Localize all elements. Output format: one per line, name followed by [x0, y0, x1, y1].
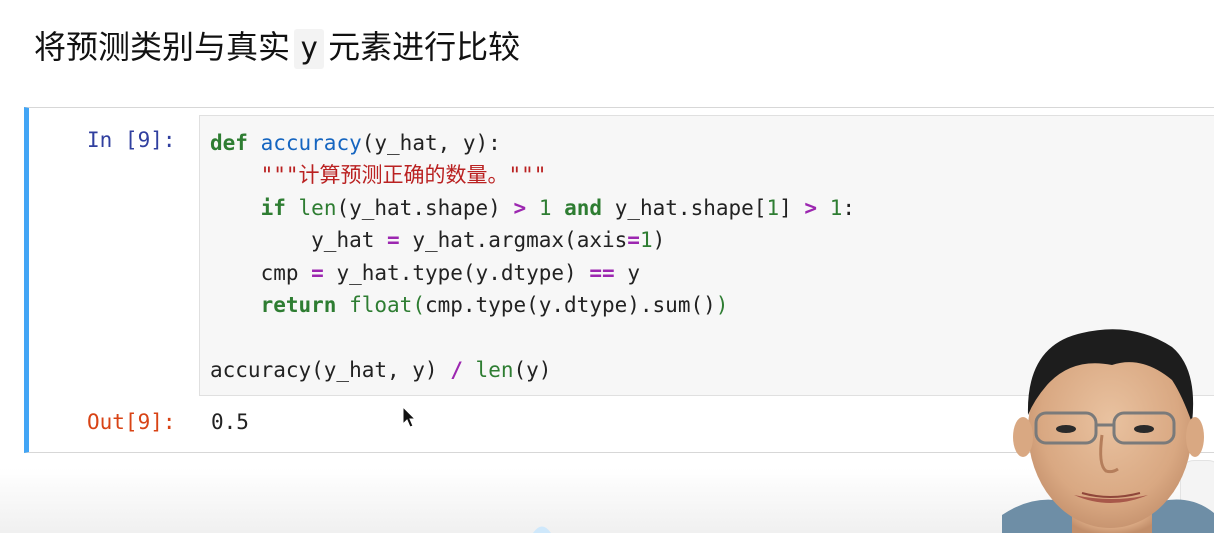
cond-shape-index: y_hat.shape[ [614, 195, 767, 220]
op-assign: = [627, 228, 640, 253]
paren-close: ) [652, 228, 666, 253]
builtin-len: len [298, 195, 337, 220]
code-text[interactable]: def accuracy(y_hat, y): """计算预测正确的数量。"""… [210, 127, 855, 386]
kw-def: def [210, 131, 248, 155]
op-gt: > [513, 195, 527, 220]
cond-shape: (y_hat.shape) [336, 195, 501, 220]
kw-if: if [260, 195, 286, 220]
num-one: 1 [639, 228, 653, 253]
paren-open: ( [412, 293, 425, 318]
cmp-rhs: y_hat.type(y.dtype) [336, 260, 577, 285]
num-one: 1 [538, 195, 552, 220]
op-gt: > [804, 195, 818, 220]
input-prompt: In [9]: [87, 128, 176, 152]
var-y: y [627, 260, 640, 285]
presenter-video [1002, 329, 1214, 533]
builtin-len: len [475, 357, 514, 382]
mouse-pointer-icon [402, 406, 416, 428]
bracket-close: ] [779, 195, 792, 220]
sum-expr: cmp.type(y.dtype).sum() [424, 293, 716, 318]
num-one: 1 [766, 195, 780, 220]
num-one: 1 [829, 195, 843, 220]
output-prompt: Out[9]: [87, 410, 176, 434]
heading-suffix: 元素进行比较 [328, 28, 521, 66]
kw-and: and [564, 195, 603, 220]
kw-return: return [260, 293, 337, 318]
len-arg: (y) [513, 357, 552, 382]
op-eqeq: == [589, 260, 615, 285]
output-value: 0.5 [211, 410, 249, 434]
op-assign: = [311, 260, 324, 285]
cmp-lhs: cmp [260, 260, 299, 285]
argmax-lhs: y_hat [311, 228, 375, 253]
argmax-rhs: y_hat.argmax(axis [412, 228, 628, 253]
builtin-float: float [349, 293, 413, 318]
call-expr: accuracy(y_hat, y) [210, 357, 438, 382]
docstring: """计算预测正确的数量。""" [260, 163, 547, 188]
heading-prefix: 将预测类别与真实 [34, 28, 291, 66]
paren-close: ) [715, 293, 729, 318]
section-heading: 将预测类别与真实 y 元素进行比较 [34, 22, 520, 69]
scroll-indicator-icon [533, 526, 551, 533]
heading-inline-code: y [294, 29, 325, 69]
fn-name: accuracy [260, 131, 362, 155]
fn-signature: (y_hat, y): [361, 131, 501, 155]
colon: : [842, 195, 856, 220]
op-assign: = [387, 228, 400, 253]
op-div: / [450, 357, 463, 382]
